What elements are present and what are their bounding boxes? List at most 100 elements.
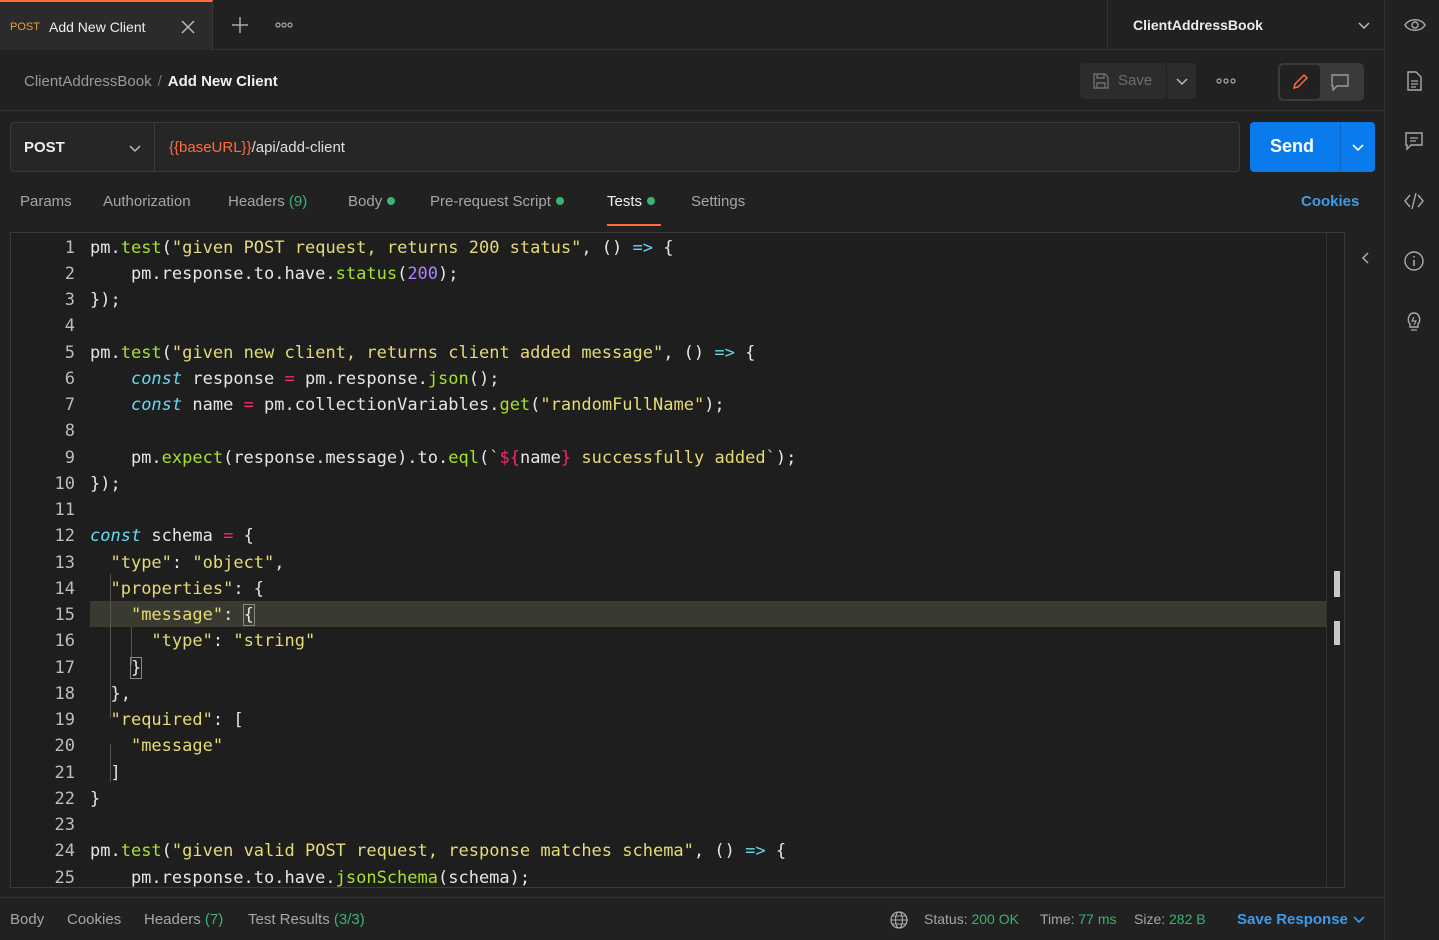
breadcrumb: ClientAddressBook / Add New Client <box>24 73 278 90</box>
code-line: "message": { <box>130 604 255 626</box>
tab-prerequest-label: Pre-request Script <box>430 193 551 210</box>
edit-mode-button[interactable] <box>1280 65 1320 99</box>
time-label: Time: <box>1040 911 1075 927</box>
eye-icon[interactable] <box>1404 14 1426 36</box>
url-input[interactable]: {{baseURL}}/api/add-client <box>154 122 1240 172</box>
save-response-label: Save Response <box>1237 911 1348 928</box>
line-number: 6 <box>64 369 75 389</box>
code-line: "properties": { <box>110 579 265 599</box>
more-horizontal-icon[interactable] <box>1214 70 1238 92</box>
comments-icon[interactable] <box>1403 130 1425 152</box>
breadcrumb-request[interactable]: Add New Client <box>168 73 278 90</box>
test-results-label: Test Results <box>248 911 330 928</box>
code-line: } <box>129 657 143 679</box>
tab-headers[interactable]: Headers (9) <box>228 193 307 210</box>
code-line: "type": "object", <box>110 553 285 573</box>
current-line-highlight <box>90 601 1326 627</box>
chevron-down-icon <box>1352 144 1364 152</box>
tab-authorization[interactable]: Authorization <box>103 193 191 210</box>
request-tab-add-new-client[interactable]: POST Add New Client <box>0 0 213 50</box>
tab-bar: POST Add New Client ClientAddressBook <box>0 0 1384 50</box>
globe-icon[interactable] <box>889 910 909 930</box>
tests-code-editor[interactable]: 1 2 3 4 5 6 7 8 9 10 11 12 13 14 15 16 17 18 19 20 21 22 23 24 2… <box>10 232 1345 888</box>
tab-tests[interactable]: Tests <box>607 193 656 210</box>
tab-method-badge: POST <box>10 21 40 33</box>
line-number: 22 <box>54 789 75 809</box>
response-tab-test-results[interactable]: Test Results (3/3) <box>248 911 365 928</box>
response-status[interactable]: Status: 200 OK <box>924 911 1019 927</box>
cookies-link[interactable]: Cookies <box>1301 193 1359 210</box>
scroll-marker <box>1334 571 1340 597</box>
url-variable: {{baseURL}} <box>169 139 252 156</box>
chevron-down-icon <box>1358 22 1370 30</box>
send-options-button[interactable] <box>1340 122 1375 172</box>
lightbulb-icon[interactable] <box>1403 310 1425 332</box>
tests-status-dot <box>647 197 656 205</box>
response-size[interactable]: Size: 282 B <box>1134 911 1206 927</box>
scroll-marker <box>1334 621 1340 645</box>
line-number: 12 <box>54 526 75 546</box>
code-line: ] <box>90 763 121 783</box>
tab-headers-label: Headers <box>228 193 285 210</box>
line-number: 19 <box>54 710 75 730</box>
code-line: "message" <box>130 736 224 756</box>
tab-body[interactable]: Body <box>348 193 396 210</box>
line-number: 16 <box>54 631 75 651</box>
code-line: pm.test("given valid POST request, respo… <box>90 841 787 861</box>
save-button[interactable]: Save <box>1080 63 1166 99</box>
plus-icon[interactable] <box>229 14 251 36</box>
line-number: 11 <box>54 500 75 520</box>
response-tab-headers[interactable]: Headers (7) <box>144 911 223 928</box>
chevron-left-icon[interactable] <box>1358 250 1372 266</box>
info-icon[interactable] <box>1403 250 1425 272</box>
save-options-button[interactable] <box>1166 63 1196 99</box>
response-tab-cookies[interactable]: Cookies <box>67 911 121 928</box>
line-number: 14 <box>54 579 75 599</box>
code-icon[interactable] <box>1403 190 1425 212</box>
tab-settings[interactable]: Settings <box>691 193 745 210</box>
documentation-icon[interactable] <box>1403 70 1425 92</box>
line-number: 20 <box>54 736 75 756</box>
line-number: 21 <box>54 763 75 783</box>
tab-body-label: Body <box>348 193 383 210</box>
chevron-down-icon <box>1353 916 1365 924</box>
response-bar: Body Cookies Headers (7) Test Results (3… <box>0 897 1384 940</box>
code-line: }, <box>90 684 131 704</box>
line-number: 5 <box>64 343 75 363</box>
send-button[interactable]: Send <box>1250 122 1340 172</box>
tab-params[interactable]: Params <box>20 193 72 210</box>
body-status-dot <box>387 197 396 205</box>
editor-scrollbar[interactable] <box>1326 233 1344 887</box>
response-time[interactable]: Time: 77 ms <box>1040 911 1117 927</box>
save-icon <box>1093 73 1109 89</box>
line-number: 23 <box>54 815 75 835</box>
close-icon[interactable] <box>180 19 196 35</box>
tab-title: Add New Client <box>49 19 146 35</box>
line-number: 17 <box>54 658 75 678</box>
method-selector[interactable]: POST <box>10 122 155 172</box>
comment-mode-icon[interactable] <box>1330 73 1350 91</box>
line-number: 1 <box>64 238 75 258</box>
tab-pre-request-script[interactable]: Pre-request Script <box>430 193 564 210</box>
time-value: 77 ms <box>1078 911 1117 927</box>
environment-selector[interactable]: ClientAddressBook <box>1107 0 1384 50</box>
chevron-down-icon <box>129 145 141 153</box>
code-line: const schema = { <box>90 526 254 546</box>
line-number: 7 <box>64 395 75 415</box>
more-horizontal-icon[interactable] <box>273 14 295 36</box>
response-tab-body[interactable]: Body <box>10 911 44 928</box>
save-response-button[interactable]: Save Response <box>1237 911 1366 928</box>
active-tab-indicator <box>607 224 661 226</box>
environment-name: ClientAddressBook <box>1133 17 1263 33</box>
breadcrumb-collection[interactable]: ClientAddressBook <box>24 73 152 90</box>
line-number: 18 <box>54 684 75 704</box>
line-number-gutter: 1 2 3 4 5 6 7 8 9 10 11 12 13 14 15 16 17 18 19 20 21 22 23 24 2… <box>11 233 79 887</box>
prerequest-status-dot <box>555 197 564 205</box>
line-number: 10 <box>54 474 75 494</box>
method-value: POST <box>24 139 65 156</box>
breadcrumb-separator: / <box>157 73 162 90</box>
code-line: const response = pm.response.json(); <box>130 369 500 389</box>
code-line: }); <box>90 290 121 310</box>
size-label: Size: <box>1134 911 1166 927</box>
request-header: ClientAddressBook / Add New Client Save <box>0 51 1384 111</box>
